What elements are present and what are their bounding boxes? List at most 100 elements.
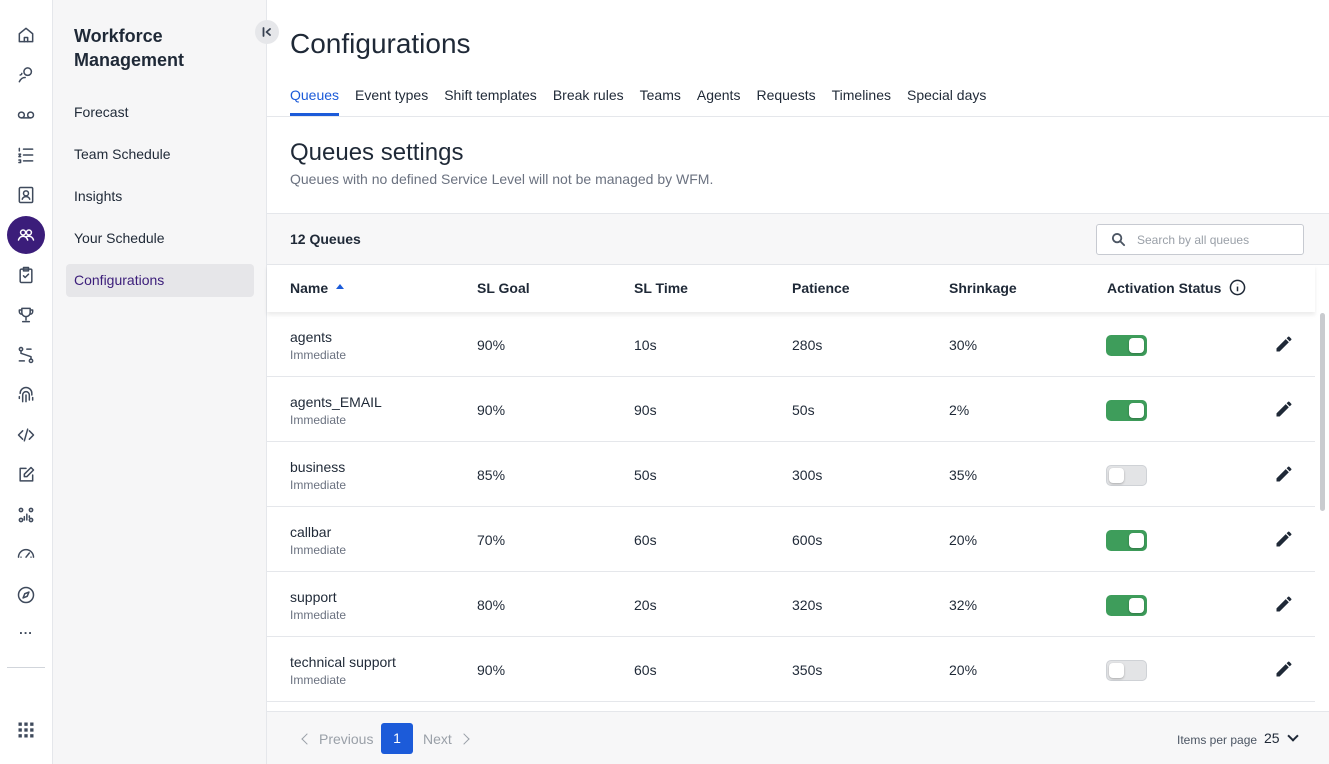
edit-icon[interactable] [1274,334,1294,354]
edit-icon[interactable] [1274,399,1294,419]
items-per-page-select[interactable]: 25 [1264,730,1299,746]
search-input[interactable] [1137,231,1297,249]
table-header: Name SL Goal SL Time Patience Shrinkage … [267,265,1315,312]
queue-type: Immediate [290,478,347,492]
shrinkage-value: 35% [949,467,978,483]
tab-timelines[interactable]: Timelines [832,84,891,116]
sl-goal-value: 85% [477,467,506,483]
shrinkage-value: 20% [949,662,978,678]
toggle-knob [1129,598,1144,613]
chevron-left-icon [301,733,313,745]
search-icon [1111,232,1126,247]
nav-item-team-schedule[interactable]: Team Schedule [66,138,254,171]
list-icon[interactable] [6,135,46,175]
conversations-icon[interactable] [6,55,46,95]
toggle-knob [1129,403,1144,418]
page-button-current[interactable]: 1 [381,723,413,754]
sl-time-value: 20s [634,597,657,613]
sl-time-value: 10s [634,337,657,353]
search-box[interactable] [1096,224,1304,255]
queue-type: Immediate [290,413,347,427]
edit-icon[interactable] [1274,464,1294,484]
column-header-patience-label: Patience [792,280,850,296]
queue-name: agents_EMAIL [290,394,382,410]
nav-item-configurations[interactable]: Configurations [66,264,254,297]
analytics-icon[interactable] [6,495,46,535]
column-header-shrinkage: Shrinkage [949,280,1017,296]
rail-divider [7,667,45,668]
compass-icon[interactable] [6,575,46,615]
tab-break-rules[interactable]: Break rules [553,84,624,116]
code-icon[interactable] [6,415,46,455]
voicemail-icon[interactable] [6,95,46,135]
queue-name: support [290,589,337,605]
icon-rail: ... [0,0,53,764]
speedometer-icon[interactable] [6,533,46,573]
nav-item-insights[interactable]: Insights [66,180,254,213]
sort-ascending-icon [336,283,345,289]
activation-toggle[interactable] [1106,530,1147,551]
previous-label: Previous [319,731,374,747]
table-row: agents Immediate 90% 10s 280s 30% [267,312,1315,377]
clipboard-icon[interactable] [6,255,46,295]
table-row: business Immediate 85% 50s 300s 35% [267,442,1315,507]
activation-toggle[interactable] [1106,400,1147,421]
sl-time-value: 60s [634,532,657,548]
edit-icon[interactable] [1274,529,1294,549]
chevron-down-icon [1286,730,1299,742]
sl-goal-value: 70% [477,532,506,548]
trophy-icon[interactable] [6,295,46,335]
queue-type: Immediate [290,673,347,687]
shrinkage-value: 32% [949,597,978,613]
previous-page-button[interactable]: Previous [301,731,374,747]
sl-time-value: 90s [634,402,657,418]
column-header-activation-status: Activation Status [1107,279,1246,296]
edit-icon[interactable] [1274,659,1294,679]
tab-queues[interactable]: Queues [290,84,340,116]
edit-icon[interactable] [6,455,46,495]
toggle-knob [1129,338,1144,353]
table-row: support Immediate 80% 20s 320s 32% [267,572,1315,637]
activation-toggle[interactable] [1106,335,1147,356]
patience-value: 280s [792,337,823,353]
queue-type: Immediate [290,348,347,362]
tab-special-days[interactable]: Special days [907,84,986,116]
apps-grid-icon[interactable] [6,710,46,750]
queue-name: technical support [290,654,396,670]
table-row: callbar Immediate 70% 60s 600s 20% [267,507,1315,572]
activation-toggle[interactable] [1106,595,1147,616]
nav-item-your-schedule[interactable]: Your Schedule [66,222,254,255]
edit-icon[interactable] [1274,594,1294,614]
activation-toggle[interactable] [1106,660,1147,681]
table-scrollbar[interactable] [1320,313,1325,511]
next-page-button[interactable]: Next [423,731,470,747]
queue-name: business [290,459,346,475]
workforce-icon[interactable] [7,216,45,254]
shrinkage-value: 2% [949,402,970,418]
tab-shift-templates[interactable]: Shift templates [444,84,537,116]
column-header-name[interactable]: Name [290,280,345,296]
more-icon[interactable]: ... [6,622,46,642]
table-toolbar: 12 Queues [267,213,1329,265]
chevron-right-icon [458,733,470,745]
info-icon[interactable] [1229,279,1246,296]
tab-requests[interactable]: Requests [756,84,815,116]
table-body: agents Immediate 90% 10s 280s 30% agents_EMAIL… [267,312,1315,711]
fingerprint-icon[interactable] [6,375,46,415]
contacts-icon[interactable] [6,175,46,215]
items-per-page-value: 25 [1264,730,1280,746]
patience-value: 320s [792,597,823,613]
tab-teams[interactable]: Teams [640,84,681,116]
table-row: agents_EMAIL Immediate 90% 90s 50s 2% [267,377,1315,442]
main-content: Configurations Queues Event types Shift … [267,0,1329,764]
routing-icon[interactable] [6,335,46,375]
column-header-name-label: Name [290,280,329,296]
home-icon[interactable] [6,15,46,55]
tab-event-types[interactable]: Event types [355,84,428,116]
nav-item-forecast[interactable]: Forecast [66,96,254,129]
column-header-activation-status-label: Activation Status [1107,279,1222,296]
patience-value: 50s [792,402,815,418]
section-subtitle: Queues with no defined Service Level wil… [290,171,714,187]
activation-toggle[interactable] [1106,465,1147,486]
tab-agents[interactable]: Agents [697,84,741,116]
